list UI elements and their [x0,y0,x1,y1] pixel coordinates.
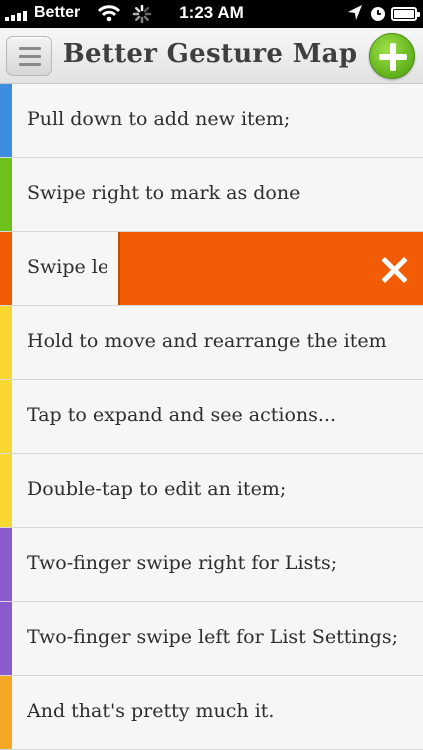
priority-color-stripe [0,602,12,675]
list-item-label: And that's pretty much it. [27,700,275,722]
list-item[interactable]: Pull down to add new item; [0,84,423,158]
page-title: Better Gesture Map [62,39,358,69]
list-item-label: Two-finger swipe left for List Settings; [27,626,398,648]
list-item[interactable]: And that's pretty much it. [0,676,423,750]
list-item-label: Pull down to add new item; [27,108,291,130]
list-item[interactable]: Double-tap to edit an item; [0,454,423,528]
list-item[interactable]: Tap to expand and see actions... [0,380,423,454]
hamburger-icon [19,47,41,50]
alarm-clock-icon [369,4,387,27]
list-item-label: Swipe le [27,256,107,278]
priority-color-stripe [0,306,12,379]
navigation-bar: Better Gesture Map [0,28,423,84]
priority-color-stripe [0,380,12,453]
battery-icon [391,7,420,21]
list-item[interactable]: Two-finger swipe right for Lists; [0,528,423,602]
status-bar: Better 1:23 AM [0,0,423,28]
priority-color-stripe [0,232,12,305]
priority-color-stripe [0,676,12,749]
list-item[interactable]: Swipe le [0,232,423,306]
plus-icon-bar [379,54,407,60]
list-item[interactable]: Swipe right to mark as done [0,158,423,232]
priority-color-stripe [0,454,12,527]
add-item-button[interactable] [369,33,415,79]
hamburger-icon-line [19,55,41,58]
hamburger-icon-line [19,63,41,66]
list-item[interactable]: Two-finger swipe left for List Settings; [0,602,423,676]
list-item[interactable]: Hold to move and rearrange the item [0,306,423,380]
task-list: Pull down to add new item; Swipe right to… [0,84,423,750]
swipe-delete-panel[interactable] [118,232,423,305]
close-icon[interactable] [380,256,408,284]
location-arrow-icon [347,4,363,27]
list-item-label: Swipe right to mark as done [27,182,301,204]
list-item-label: Hold to move and rearrange the item [27,330,387,352]
priority-color-stripe [0,158,12,231]
priority-color-stripe [0,84,12,157]
list-item-label: Tap to expand and see actions... [27,404,337,426]
menu-button[interactable] [6,36,52,76]
list-item-label: Double-tap to edit an item; [27,478,287,500]
priority-color-stripe [0,528,12,601]
list-item-label: Two-finger swipe right for Lists; [27,552,338,574]
